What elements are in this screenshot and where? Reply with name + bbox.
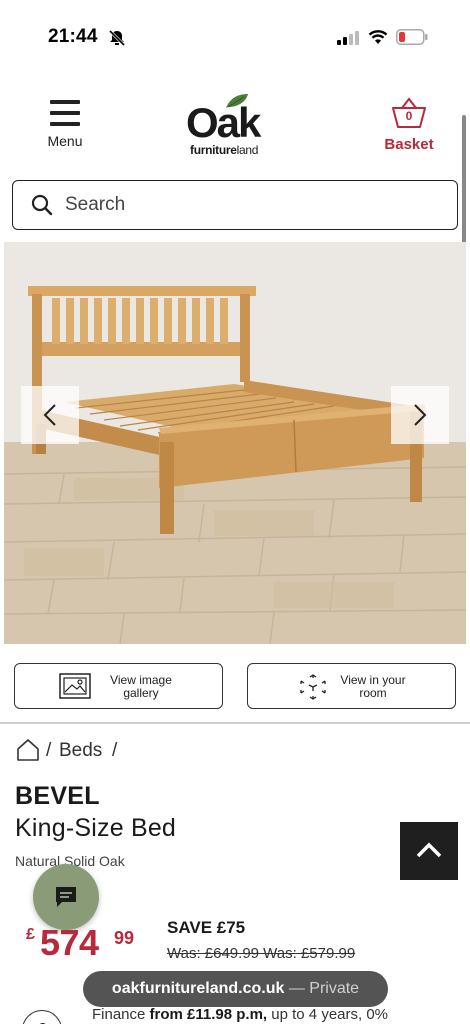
basket-icon: 0 — [391, 96, 427, 130]
chevron-left-icon — [43, 404, 56, 426]
basket-label: Basket — [384, 136, 434, 153]
view-room-label: View in your room — [340, 673, 406, 700]
chat-button[interactable] — [33, 864, 99, 930]
menu-button[interactable]: Menu — [40, 100, 90, 156]
hamburger-icon-bar — [50, 122, 80, 126]
section-divider — [0, 722, 470, 724]
status-time: 21:44 — [48, 26, 98, 47]
status-bar: 21:44 — [0, 0, 470, 74]
save-badge: SAVE £75 — [167, 918, 246, 937]
breadcrumb-separator: / — [112, 740, 118, 761]
back-to-top-button[interactable] — [400, 822, 458, 880]
site-logo[interactable]: Oak furnitureland — [186, 92, 286, 157]
price-whole: 574 — [40, 922, 99, 963]
view-image-gallery-button[interactable]: View image gallery — [14, 663, 223, 709]
logo-oak-text: Oak — [186, 99, 261, 146]
menu-label: Menu — [47, 133, 83, 149]
logo-subtitle: furnitureland — [190, 143, 258, 157]
home-icon[interactable] — [16, 738, 40, 762]
url-domain: oakfurnitureland.co.uk — [111, 980, 285, 997]
ar-cube-icon — [300, 674, 326, 700]
finance-rest: up to 4 years, 0% — [267, 1006, 389, 1023]
basket-button[interactable]: 0 Basket — [378, 96, 440, 158]
product-image[interactable] — [4, 242, 466, 644]
finance-prefix: Finance — [92, 1006, 150, 1023]
logo-sub-rest: land — [236, 143, 259, 157]
hamburger-icon-bar — [50, 111, 80, 115]
price-pence: 99 — [114, 928, 135, 948]
search-icon — [31, 194, 53, 216]
breadcrumb-beds-link[interactable]: Beds — [59, 740, 102, 762]
was-price: Was: £649.99 Was: £579.99 — [167, 945, 356, 962]
cellular-signal-icon — [337, 31, 359, 45]
chevron-right-icon — [414, 404, 427, 426]
chevron-up-icon — [416, 842, 442, 858]
breadcrumb-separator: / — [46, 740, 52, 761]
battery-low-icon — [396, 29, 428, 45]
chat-bubble-icon — [56, 887, 76, 907]
price-currency: £ — [26, 926, 35, 943]
view-gallery-label: View image gallery — [110, 673, 172, 700]
basket-count: 0 — [405, 109, 413, 123]
product-name-line2: King-Size Bed — [15, 814, 177, 842]
finance-info: Finance from £11.98 p.m, up to 4 years, … — [92, 1006, 388, 1023]
url-private-label: — Private — [284, 980, 360, 997]
browser-url-bar[interactable]: oakfurnitureland.co.uk — Private — [83, 971, 388, 1007]
finance-icon: £ — [22, 1010, 62, 1024]
image-next-button[interactable] — [391, 386, 449, 444]
finance-amount: from £11.98 p.m, — [149, 1006, 268, 1023]
logo-sub-bold: furniture — [190, 143, 237, 157]
view-in-room-button[interactable]: View in your room — [247, 663, 456, 709]
product-name-line1: BEVEL — [15, 782, 100, 810]
wifi-icon — [368, 30, 388, 44]
bell-muted-icon — [108, 29, 126, 47]
hamburger-icon — [50, 100, 80, 104]
search-bar[interactable] — [12, 180, 458, 230]
site-header: Menu Oak furnitureland 0 Basket — [0, 86, 470, 166]
search-input[interactable] — [65, 191, 435, 219]
image-gallery-icon — [59, 673, 91, 699]
image-prev-button[interactable] — [21, 386, 79, 444]
